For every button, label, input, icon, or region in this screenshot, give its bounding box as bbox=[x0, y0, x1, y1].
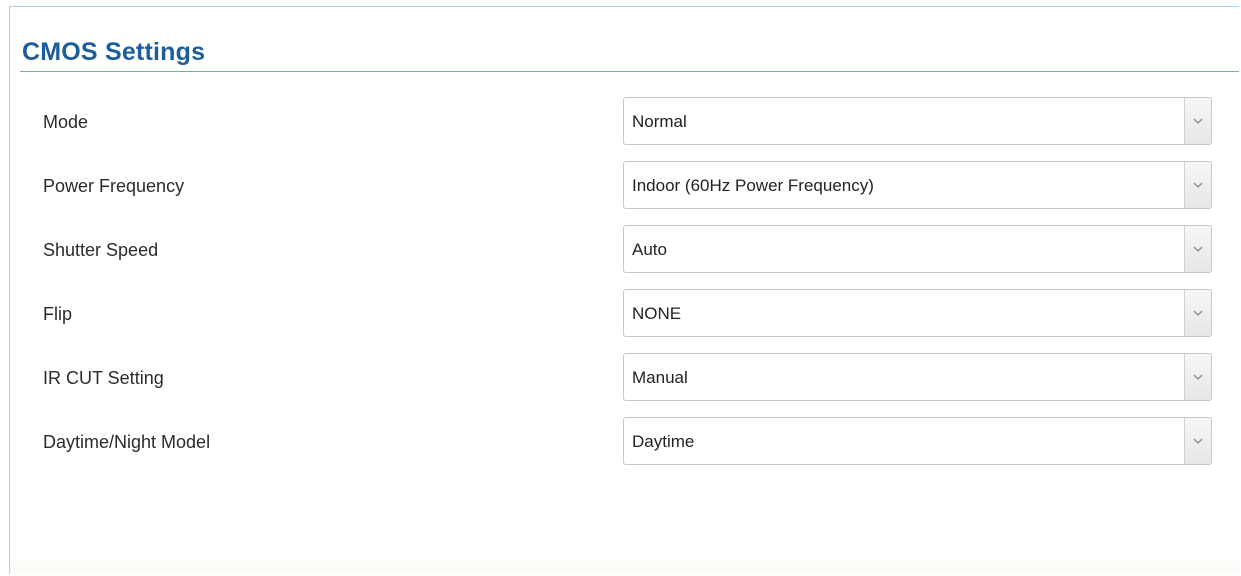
mode-select[interactable]: Normal bbox=[623, 97, 1212, 145]
flip-select-value: NONE bbox=[632, 304, 682, 323]
ir-cut-select[interactable]: Manual bbox=[623, 353, 1212, 401]
power-frequency-select-value: Indoor (60Hz Power Frequency) bbox=[632, 176, 874, 195]
title-divider bbox=[20, 71, 1239, 72]
setting-row-power-frequency: Power Frequency Indoor (60Hz Power Frequ… bbox=[10, 161, 1239, 225]
chevron-down-icon bbox=[1193, 182, 1203, 188]
shutter-speed-select-value: Auto bbox=[632, 240, 667, 259]
panel-footer-strip bbox=[10, 560, 1239, 574]
ir-cut-label: IR CUT Setting bbox=[43, 368, 164, 388]
panel-title: CMOS Settings bbox=[22, 38, 206, 66]
flip-label: Flip bbox=[43, 304, 73, 324]
daytime-night-select[interactable]: Daytime bbox=[623, 417, 1212, 465]
chevron-down-icon bbox=[1193, 118, 1203, 124]
settings-list: Mode Normal Power Frequency Indoor (60Hz… bbox=[10, 97, 1239, 481]
power-frequency-select[interactable]: Indoor (60Hz Power Frequency) bbox=[623, 161, 1212, 209]
chevron-down-icon bbox=[1193, 246, 1203, 252]
chevron-down-icon bbox=[1193, 310, 1203, 316]
power-frequency-dropdown-button[interactable] bbox=[1184, 162, 1211, 208]
shutter-speed-dropdown-button[interactable] bbox=[1184, 226, 1211, 272]
chevron-down-icon bbox=[1193, 374, 1203, 380]
mode-label: Mode bbox=[43, 112, 89, 132]
chevron-down-icon bbox=[1193, 438, 1203, 444]
setting-row-shutter-speed: Shutter Speed Auto bbox=[10, 225, 1239, 289]
flip-select[interactable]: NONE bbox=[623, 289, 1212, 337]
daytime-night-dropdown-button[interactable] bbox=[1184, 418, 1211, 464]
setting-row-mode: Mode Normal bbox=[10, 97, 1239, 161]
mode-select-value: Normal bbox=[632, 112, 687, 131]
mode-dropdown-button[interactable] bbox=[1184, 98, 1211, 144]
shutter-speed-select[interactable]: Auto bbox=[623, 225, 1212, 273]
daytime-night-label: Daytime/Night Model bbox=[43, 432, 211, 452]
cmos-settings-panel: CMOS Settings Mode Normal Power Frequenc… bbox=[9, 6, 1239, 574]
ir-cut-select-value: Manual bbox=[632, 368, 688, 387]
setting-row-flip: Flip NONE bbox=[10, 289, 1239, 353]
shutter-speed-label: Shutter Speed bbox=[43, 240, 159, 260]
daytime-night-select-value: Daytime bbox=[632, 432, 695, 451]
flip-dropdown-button[interactable] bbox=[1184, 290, 1211, 336]
ir-cut-dropdown-button[interactable] bbox=[1184, 354, 1211, 400]
setting-row-daytime-night: Daytime/Night Model Daytime bbox=[10, 417, 1239, 481]
power-frequency-label: Power Frequency bbox=[43, 176, 185, 196]
setting-row-ir-cut: IR CUT Setting Manual bbox=[10, 353, 1239, 417]
